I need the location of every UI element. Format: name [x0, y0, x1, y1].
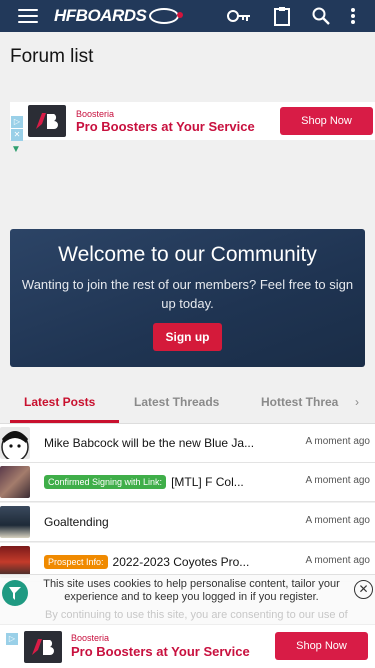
post-time: A moment ago [305, 436, 370, 447]
avatar [0, 466, 30, 498]
ad-shop-now-button[interactable]: Shop Now [280, 107, 373, 135]
site-logo[interactable]: HFBOARDS [54, 6, 184, 26]
page-title: Forum list [10, 46, 94, 67]
close-icon[interactable]: ✕ [354, 580, 373, 599]
ad-logo [28, 105, 66, 137]
adchoices-icon[interactable]: ▷ [6, 633, 18, 645]
post-tabs: Latest Posts Latest Threads Hottest Thre… [0, 385, 375, 424]
cookie-message: This site uses cookies to help personali… [43, 578, 340, 603]
post-title-text[interactable]: [MTL] F Col... [171, 475, 244, 489]
prefix-label[interactable]: Prospect Info: [44, 555, 108, 569]
puck-icon [149, 8, 184, 24]
top-ad-banner[interactable]: Boosteria Pro Boosters at Your Service S… [10, 102, 375, 140]
tab-latest-threads[interactable]: Latest Threads [134, 395, 219, 409]
clipboard-icon[interactable] [270, 5, 294, 27]
privacy-badge-icon[interactable] [2, 580, 28, 606]
post-time: A moment ago [305, 515, 370, 526]
adchoices-icon[interactable]: ▷ [11, 116, 23, 128]
ad-brand: Boosteria [71, 633, 110, 643]
welcome-title: Welcome to our Community [58, 243, 317, 266]
post-time: A moment ago [305, 555, 370, 566]
logo-text: HFBOARDS [54, 6, 147, 25]
more-vertical-icon[interactable] [341, 5, 365, 27]
welcome-text: Wanting to join the rest of our members?… [21, 277, 354, 311]
post-title[interactable]: Goaltending [44, 515, 274, 529]
cookie-notice: This site uses cookies to help personali… [0, 574, 375, 625]
active-tab-indicator [10, 420, 119, 423]
sign-up-button[interactable]: Sign up [153, 323, 222, 351]
bottom-ad-banner[interactable]: ▷ Boosteria Pro Boosters at Your Service… [0, 624, 375, 668]
menu-icon[interactable] [18, 9, 38, 23]
post-title[interactable]: Prospect Info: 2022-2023 Coyotes Pro... [44, 555, 274, 569]
top-navigation-bar: HFBOARDS [0, 0, 375, 32]
post-title[interactable]: Mike Babcock will be the new Blue Ja... [44, 436, 274, 450]
post-time: A moment ago [305, 475, 370, 486]
cookie-consent-text: By continuing to use this site, you are … [45, 609, 348, 621]
tab-latest-posts[interactable]: Latest Posts [24, 395, 95, 409]
ad-brand: Boosteria [76, 109, 115, 119]
ad-headline[interactable]: Pro Boosters at Your Service [71, 644, 250, 659]
ad-shop-now-button[interactable]: Shop Now [275, 632, 368, 660]
avatar [0, 427, 30, 459]
avatar [0, 506, 30, 538]
prefix-label[interactable]: Confirmed Signing with Link: [44, 475, 167, 489]
key-icon[interactable] [227, 5, 251, 27]
chevron-right-icon[interactable]: › [345, 395, 359, 409]
post-title-text[interactable]: Goaltending [44, 515, 109, 529]
tab-hottest-threads[interactable]: Hottest Threa [261, 395, 351, 409]
search-icon[interactable] [309, 5, 333, 27]
list-item[interactable]: Confirmed Signing with Link: [MTL] F Col.… [0, 463, 375, 502]
ad-logo [24, 631, 62, 663]
post-title-text[interactable]: Mike Babcock will be the new Blue Ja... [44, 436, 254, 450]
post-title-text[interactable]: 2022-2023 Coyotes Pro... [113, 555, 250, 569]
ad-headline[interactable]: Pro Boosters at Your Service [76, 119, 255, 134]
post-title[interactable]: Confirmed Signing with Link: [MTL] F Col.… [44, 475, 274, 489]
ad-feedback-icon[interactable]: ▼ [11, 145, 23, 155]
ad-close-icon[interactable]: ✕ [11, 129, 23, 141]
list-item[interactable]: Goaltending A moment ago [0, 503, 375, 542]
list-item[interactable]: Mike Babcock will be the new Blue Ja... … [0, 424, 375, 463]
welcome-banner: Welcome to our Community Wanting to join… [10, 229, 365, 367]
